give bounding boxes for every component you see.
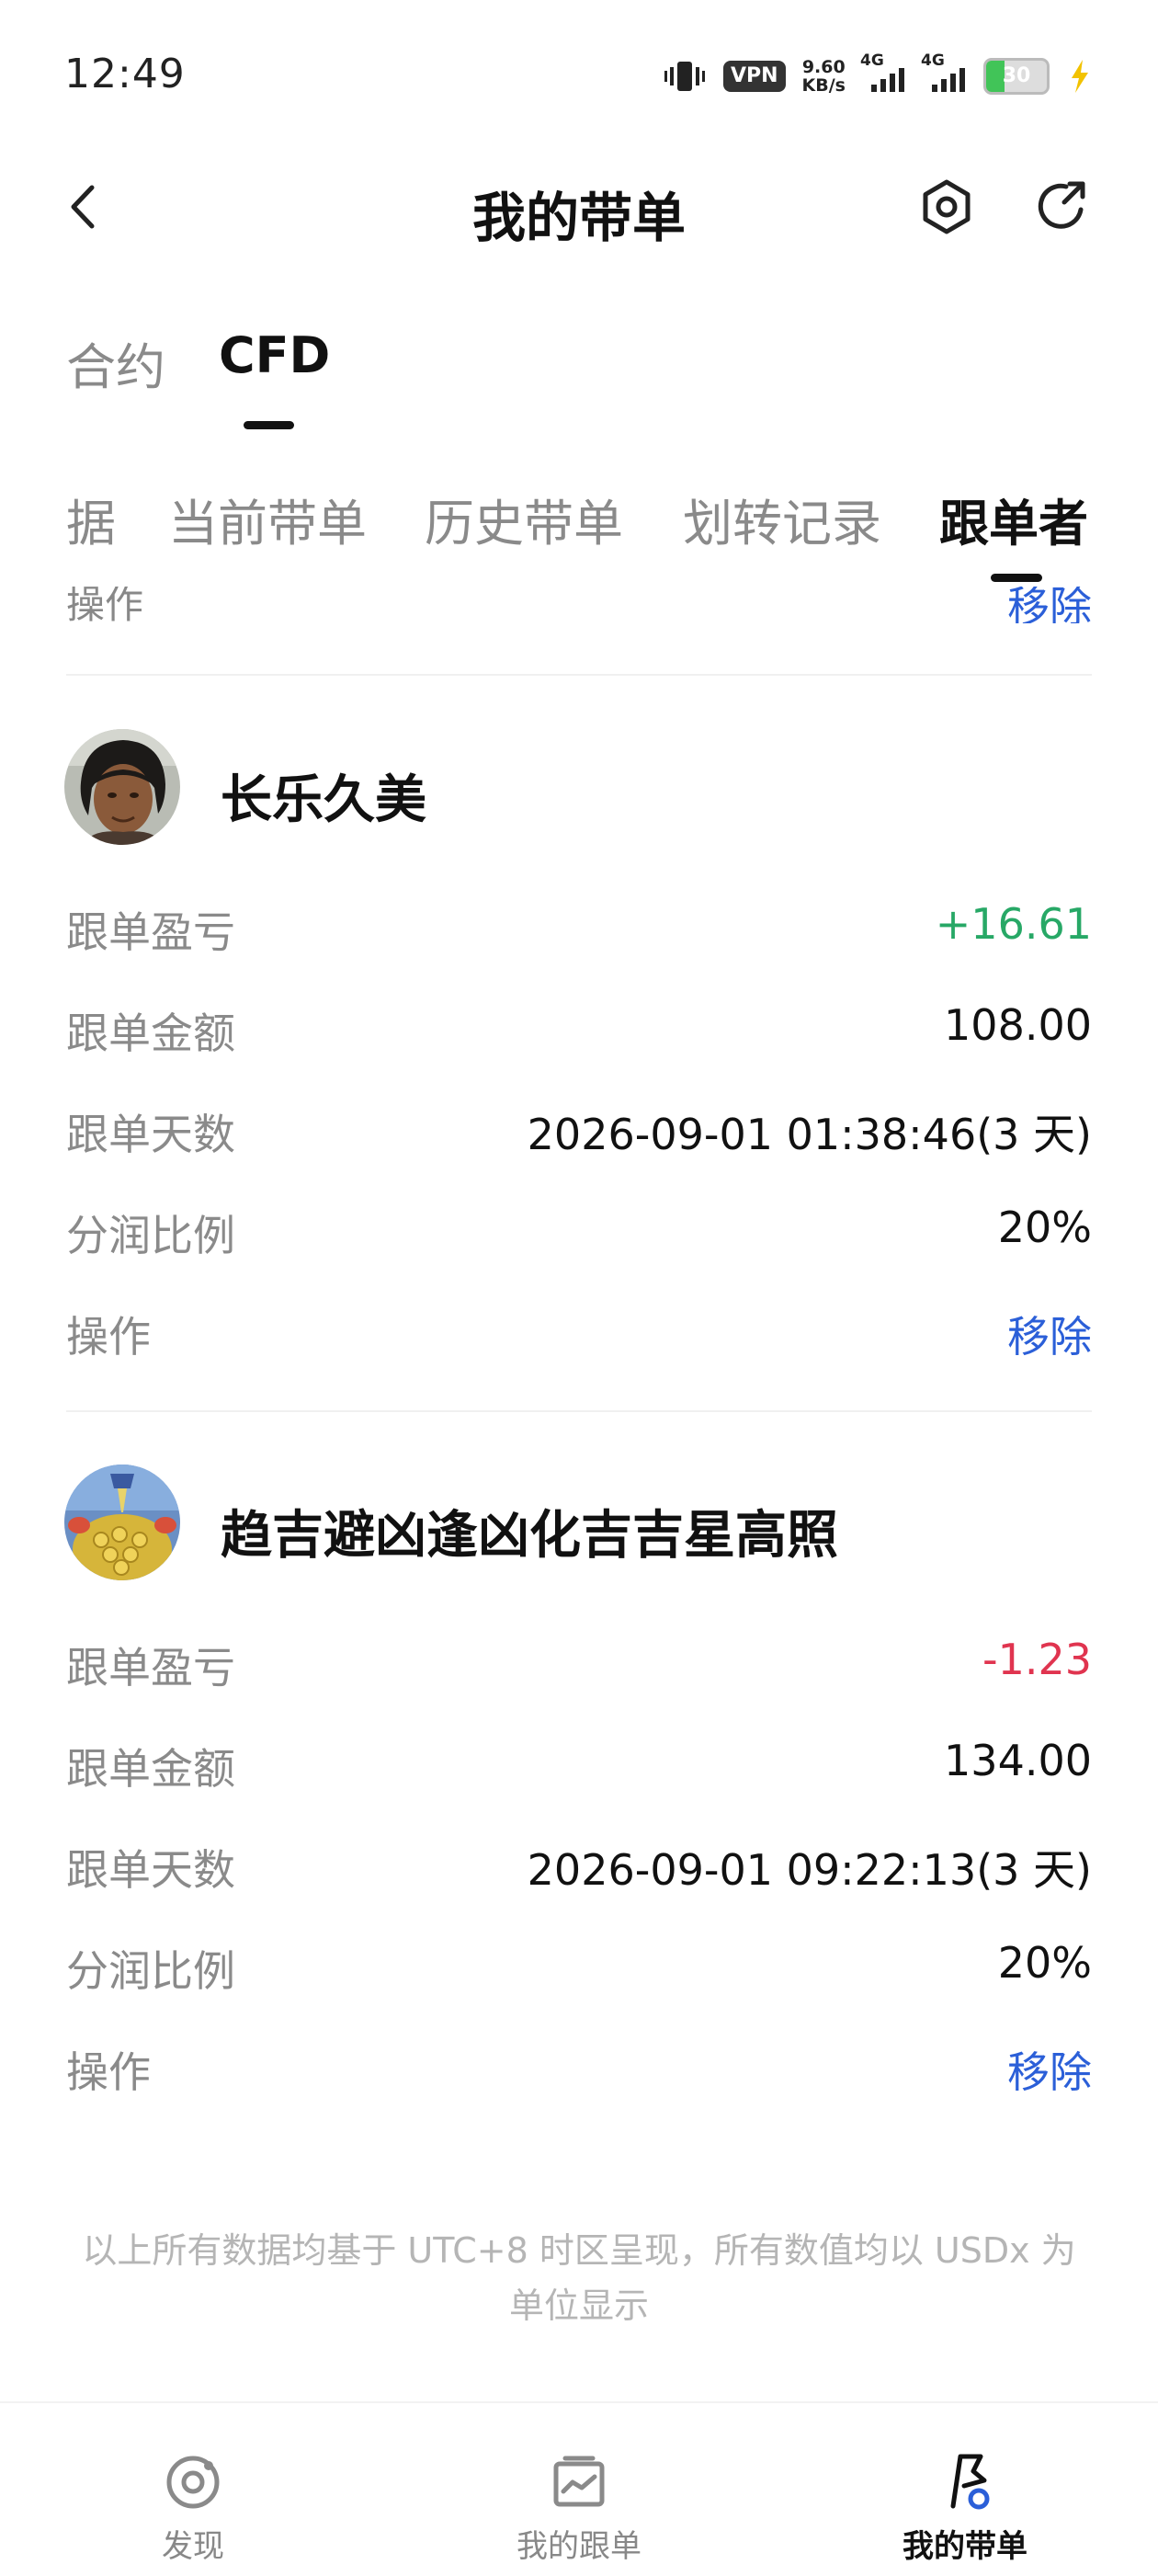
sub-tab-indicator	[991, 574, 1042, 582]
status-icons: VPN 9.60 KB/s 4G 4G 30	[663, 51, 1094, 99]
nav-discover[interactable]: 发现	[83, 2449, 303, 2566]
share-ratio-label: 分润比例	[66, 1946, 235, 1996]
bottom-nav: 发现 我的跟单 我的带单	[0, 2401, 1158, 2576]
tab-history-lead[interactable]: 历史带单	[425, 483, 623, 555]
amount-label: 跟单金额	[66, 1009, 235, 1058]
share-icon	[1038, 181, 1085, 229]
tab-transfer-records[interactable]: 划转记录	[683, 483, 881, 555]
pnl-label: 跟单盈亏	[66, 907, 235, 957]
tab-data[interactable]: 据	[66, 483, 116, 555]
tab-cfd[interactable]: CFD	[219, 326, 330, 384]
divider	[66, 1410, 1092, 1412]
tab-contract[interactable]: 合约	[66, 326, 165, 399]
pnl-value: -1.23	[982, 1635, 1092, 1684]
remove-button[interactable]: 移除	[1007, 1304, 1092, 1364]
amount-value: 134.00	[944, 1736, 1092, 1785]
status-time: 12:49	[64, 51, 186, 97]
amount-value: 108.00	[944, 1000, 1092, 1050]
nav-label: 我的跟单	[517, 2528, 641, 2565]
settings-icon	[923, 179, 971, 234]
vpn-badge: VPN	[722, 61, 786, 92]
share-button[interactable]	[1029, 175, 1094, 239]
tab-followers[interactable]: 跟单者	[939, 483, 1088, 555]
follower-name: 长乐久美	[221, 770, 426, 830]
network-speed: 9.60 KB/s	[801, 57, 846, 96]
avatar-photo	[64, 729, 180, 845]
pnl-value: +16.61	[935, 899, 1092, 949]
discover-icon	[166, 2456, 220, 2509]
remove-button[interactable]: 移除	[1007, 2039, 1092, 2100]
nav-my-copy[interactable]: 我的跟单	[469, 2449, 689, 2566]
disclaimer-text: 以上所有数据均基于 UTC+8 时区呈现，所有数值均以 USDx 为单位显示	[82, 2230, 1076, 2326]
action-label: 操作	[66, 2047, 151, 2097]
action-label: 操作	[66, 1312, 151, 1362]
days-label: 跟单天数	[66, 1845, 235, 1895]
row-label: 操作	[66, 587, 144, 623]
signal-icon-2: 4G	[921, 51, 967, 92]
charging-icon	[1072, 60, 1088, 93]
chart-card-icon	[553, 2456, 605, 2507]
settings-button[interactable]	[914, 175, 979, 239]
nav-label: 我的带单	[903, 2528, 1027, 2565]
pnl-label: 跟单盈亏	[66, 1643, 235, 1693]
avatar[interactable]	[64, 729, 180, 845]
partial-row: 操作 移除	[0, 587, 1158, 623]
battery-icon: 30	[983, 58, 1050, 95]
vibrate-icon	[664, 62, 705, 91]
signal-icon-1: 4G	[860, 51, 906, 92]
follower-name: 趋吉避凶逢凶化吉吉星高照	[221, 1506, 838, 1566]
days-value: 2026-09-01 09:22:13(3 天)	[527, 1845, 1092, 1895]
flag-icon	[950, 2454, 990, 2510]
nav-my-lead[interactable]: 我的带单	[855, 2449, 1075, 2566]
days-value: 2026-09-01 01:38:46(3 天)	[527, 1110, 1092, 1159]
divider	[66, 674, 1092, 676]
share-ratio-label: 分润比例	[66, 1211, 235, 1260]
avatar-coins	[64, 1465, 180, 1580]
product-tab-indicator	[244, 421, 294, 429]
amount-label: 跟单金额	[66, 1744, 235, 1794]
share-ratio-value: 20%	[997, 1938, 1092, 1988]
tab-current-lead[interactable]: 当前带单	[168, 483, 367, 555]
page-title: 我的带单	[471, 187, 686, 249]
share-ratio-value: 20%	[997, 1203, 1092, 1252]
remove-button[interactable]: 移除	[1007, 587, 1092, 623]
days-label: 跟单天数	[66, 1110, 235, 1159]
nav-label: 发现	[162, 2528, 224, 2565]
avatar[interactable]	[64, 1465, 180, 1580]
